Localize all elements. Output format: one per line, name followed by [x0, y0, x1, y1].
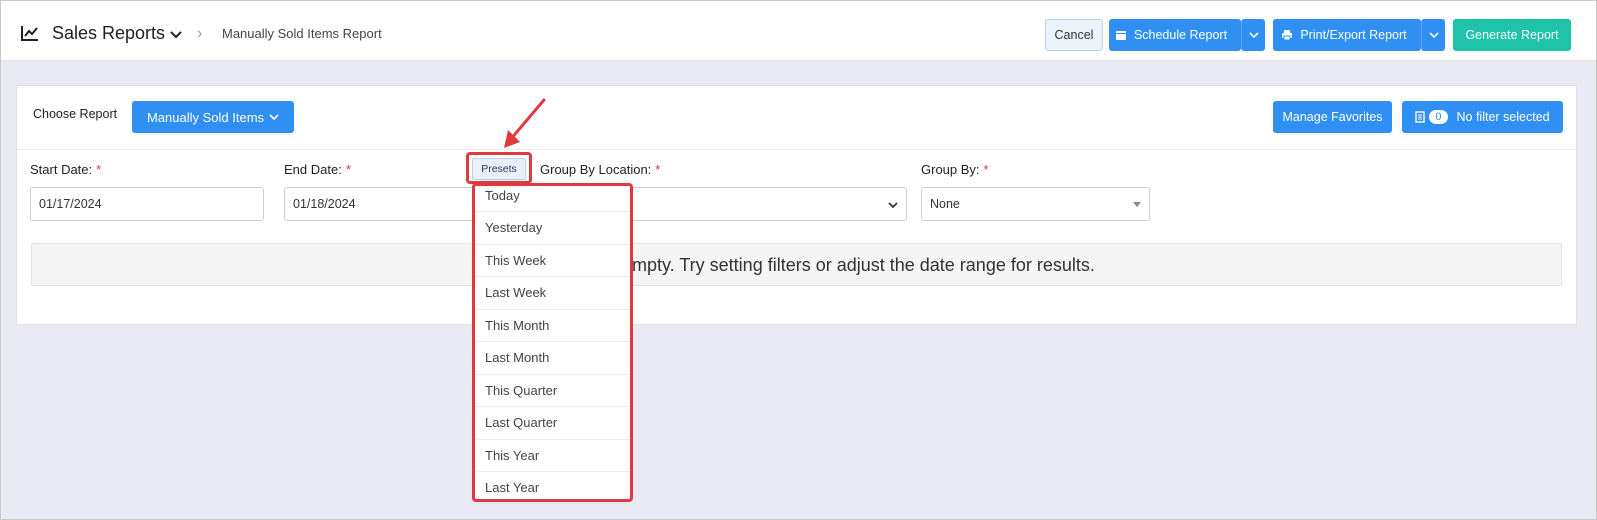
breadcrumb-separator-icon: › — [197, 25, 203, 42]
required-mark: * — [345, 162, 351, 177]
presets-highlight-box — [466, 152, 532, 184]
start-date-input[interactable]: 01/17/2024 — [30, 187, 264, 221]
chevron-down-icon — [269, 114, 279, 121]
print-export-dropdown-button[interactable] — [1421, 19, 1445, 51]
top-header: Sales Reports › Manually Sold Items Repo… — [1, 1, 1596, 61]
group-by-select[interactable]: None — [921, 187, 1150, 221]
schedule-report-button[interactable]: Schedule Report — [1109, 19, 1241, 51]
breadcrumb-current: Manually Sold Items Report — [222, 26, 382, 41]
chevron-down-icon — [1428, 32, 1439, 39]
cancel-button[interactable]: Cancel — [1045, 19, 1103, 51]
required-mark: * — [655, 162, 661, 177]
filter-button[interactable]: 0 No filter selected — [1402, 101, 1563, 133]
start-date-label: Start Date: * — [30, 162, 101, 177]
empty-state-message: mpty. Try setting filters or adjust the … — [632, 255, 1095, 275]
generate-report-button[interactable]: Generate Report — [1453, 19, 1571, 51]
chevron-down-icon — [1248, 32, 1259, 39]
divider — [17, 149, 1576, 150]
filter-list-icon — [1415, 111, 1426, 123]
calendar-icon — [1115, 31, 1126, 40]
group-by-location-label: Group By Location: * — [540, 162, 660, 177]
report-card: Choose Report Manually Sold Items Manage… — [16, 85, 1577, 325]
group-by-value: None — [930, 197, 960, 211]
required-mark: * — [96, 162, 102, 177]
empty-state-box: mpty. Try setting filters or adjust the … — [31, 243, 1562, 286]
filter-label: No filter selected — [1456, 110, 1550, 124]
group-by-label-text: Group By: — [921, 162, 980, 177]
schedule-report-label: Schedule Report — [1133, 28, 1228, 42]
group-by-location-label-text: Group By Location: — [540, 162, 652, 177]
start-date-label-text: Start Date: — [30, 162, 93, 177]
print-export-report-button[interactable]: Print/Export Report — [1273, 19, 1421, 51]
printer-icon — [1282, 30, 1293, 41]
caret-down-icon — [1133, 202, 1141, 207]
page-title[interactable]: Sales Reports — [52, 23, 165, 44]
chevron-down-icon[interactable] — [169, 27, 183, 41]
required-mark: * — [983, 162, 989, 177]
filter-count-badge: 0 — [1429, 110, 1448, 124]
end-date-label: End Date: * — [284, 162, 351, 177]
line-chart-icon — [21, 26, 38, 41]
annotation-arrow-icon — [504, 98, 546, 148]
manage-favorites-button[interactable]: Manage Favorites — [1273, 101, 1392, 133]
schedule-report-dropdown-button[interactable] — [1241, 19, 1265, 51]
print-export-report-label: Print/Export Report — [1300, 28, 1407, 42]
choose-report-label: Choose Report — [33, 107, 118, 121]
presets-dropdown-highlight-box — [472, 183, 633, 502]
end-date-label-text: End Date: — [284, 162, 342, 177]
choose-report-dropdown[interactable]: Manually Sold Items — [132, 101, 294, 133]
group-by-label: Group By: * — [921, 162, 989, 177]
chevron-down-icon — [888, 202, 898, 209]
choose-report-value: Manually Sold Items — [146, 109, 265, 125]
